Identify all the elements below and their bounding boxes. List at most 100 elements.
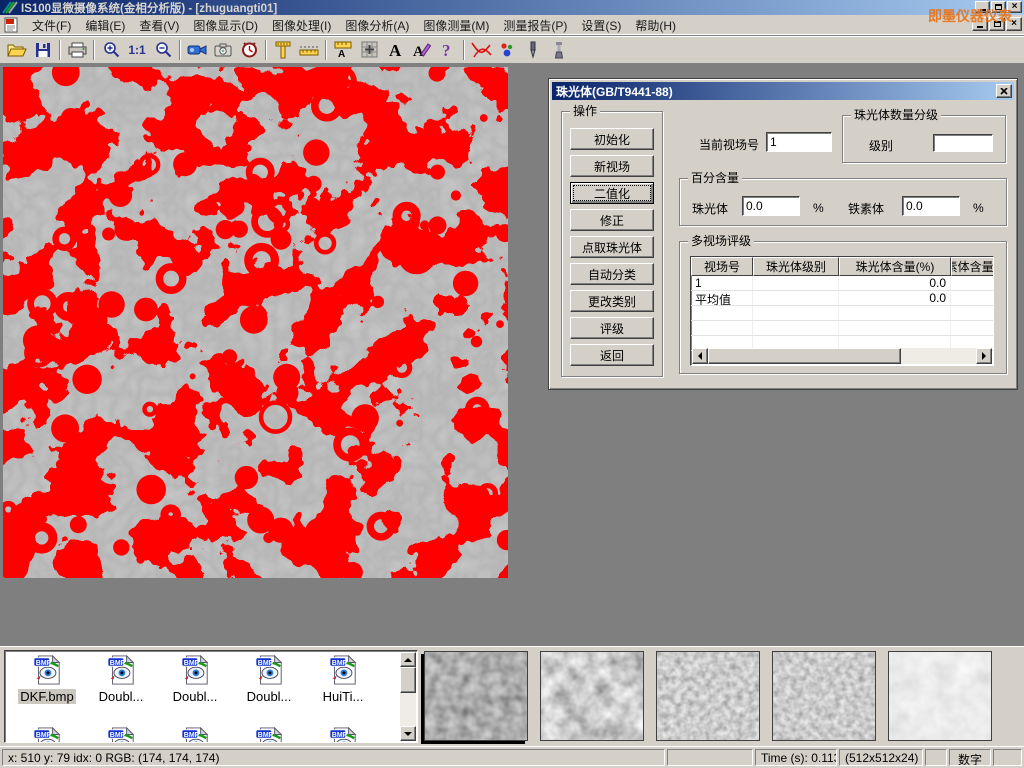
col-ferrite-content[interactable]: 铁素体含量(%) bbox=[951, 257, 994, 276]
app-icon bbox=[2, 1, 18, 14]
init-button[interactable]: 初始化 bbox=[570, 128, 654, 150]
caliper-button[interactable] bbox=[270, 38, 296, 62]
current-field-input[interactable] bbox=[766, 132, 832, 152]
cell-pearlite: 0.0 bbox=[839, 291, 951, 305]
toolbar-separator bbox=[325, 40, 327, 60]
curve-tool-button[interactable] bbox=[468, 38, 494, 62]
video-capture-button[interactable] bbox=[184, 38, 210, 62]
dialog-close-button[interactable] bbox=[996, 84, 1012, 98]
ferrite-percent-input[interactable] bbox=[902, 196, 960, 216]
menu-image-display[interactable]: 图像显示(D) bbox=[186, 15, 265, 36]
menu-view[interactable]: 查看(V) bbox=[132, 15, 186, 36]
scroll-down-button[interactable] bbox=[400, 726, 416, 741]
table-horizontal-scrollbar[interactable] bbox=[692, 348, 992, 364]
measure-label-button[interactable]: A bbox=[330, 38, 356, 62]
thumbnail-3[interactable] bbox=[656, 651, 760, 741]
open-button[interactable] bbox=[4, 38, 30, 62]
grade-button[interactable]: 评级 bbox=[570, 317, 654, 339]
file-item[interactable]: BMP DKF.bmp bbox=[11, 655, 83, 704]
table-row[interactable]: 1 0.0 bbox=[691, 276, 993, 291]
col-pearlite-grade[interactable]: 珠光体级别 bbox=[753, 257, 839, 276]
pearlite-percent-input[interactable] bbox=[742, 196, 800, 216]
scroll-left-button[interactable] bbox=[692, 348, 708, 364]
col-pearlite-content[interactable]: 珠光体含量(%) bbox=[839, 257, 951, 276]
new-field-button[interactable]: 新视场 bbox=[570, 155, 654, 177]
brush-tool-button[interactable] bbox=[546, 38, 572, 62]
binarize-button[interactable]: 二值化 bbox=[570, 182, 654, 204]
color-classify-button[interactable] bbox=[494, 38, 520, 62]
bmp-badge: BMP bbox=[36, 660, 52, 667]
zoom-in-button[interactable] bbox=[98, 38, 124, 62]
letter-a-icon: A bbox=[387, 41, 403, 58]
file-item[interactable]: BMP bbox=[307, 727, 379, 743]
file-item[interactable]: BMP bbox=[11, 727, 83, 743]
help-button[interactable]: ? bbox=[434, 38, 460, 62]
snapshot-button[interactable] bbox=[210, 38, 236, 62]
file-item[interactable]: BMP bbox=[159, 727, 231, 743]
application-window: IS100显微摄像系统(金相分析版) - [zhuguangti01] × 即墨… bbox=[0, 0, 1024, 768]
scrollbar-thumb[interactable] bbox=[708, 348, 901, 364]
bmp-file-icon: BMP bbox=[32, 727, 62, 743]
scrollbar-thumb[interactable] bbox=[400, 667, 416, 693]
thumbnail-1[interactable] bbox=[424, 651, 528, 741]
save-button[interactable] bbox=[30, 38, 56, 62]
camera-icon bbox=[214, 43, 232, 57]
bmp-file-icon: BMP bbox=[328, 655, 358, 685]
file-item[interactable]: BMP Doubl... bbox=[233, 655, 305, 704]
file-item[interactable]: BMP HuiTi... bbox=[307, 655, 379, 704]
ruler-button[interactable] bbox=[296, 38, 322, 62]
table-row[interactable]: 平均值 0.0 bbox=[691, 291, 993, 306]
text-button[interactable]: A bbox=[382, 38, 408, 62]
file-browser-scrollbar[interactable] bbox=[400, 652, 416, 741]
scroll-right-button[interactable] bbox=[976, 348, 992, 364]
file-item[interactable]: BMP bbox=[85, 727, 157, 743]
scroll-up-button[interactable] bbox=[400, 652, 416, 667]
auto-classify-button[interactable]: 自动分类 bbox=[570, 263, 654, 285]
file-item[interactable]: BMP Doubl... bbox=[159, 655, 231, 704]
menu-image-analysis[interactable]: 图像分析(A) bbox=[338, 15, 416, 36]
menu-edit[interactable]: 编辑(E) bbox=[78, 15, 132, 36]
menu-help[interactable]: 帮助(H) bbox=[628, 15, 683, 36]
scrollbar-track[interactable] bbox=[708, 348, 976, 364]
vendor-watermark: 即墨仪器仪表 bbox=[928, 6, 1012, 26]
file-item[interactable]: BMP bbox=[233, 727, 305, 743]
menu-file[interactable]: 文件(F) bbox=[25, 15, 78, 36]
menu-settings[interactable]: 设置(S) bbox=[574, 15, 628, 36]
menu-image-process[interactable]: 图像处理(I) bbox=[265, 15, 338, 36]
operations-group-label: 操作 bbox=[570, 104, 600, 118]
menu-image-measure[interactable]: 图像测量(M) bbox=[416, 15, 496, 36]
help-icon: ? bbox=[440, 41, 454, 58]
bmp-badge: BMP bbox=[36, 732, 52, 739]
thumbnail-2[interactable] bbox=[540, 651, 644, 741]
grid-button[interactable] bbox=[356, 38, 382, 62]
title-bar: IS100显微摄像系统(金相分析版) - [zhuguangti01] × bbox=[0, 0, 1024, 15]
actual-size-button[interactable]: 1:1 bbox=[124, 38, 150, 62]
ruler-text-icon: A bbox=[334, 41, 352, 58]
annotate-button[interactable]: A bbox=[408, 38, 434, 62]
change-class-button[interactable]: 更改类别 bbox=[570, 290, 654, 312]
thumbnail-5[interactable] bbox=[888, 651, 992, 741]
correct-button[interactable]: 修正 bbox=[570, 209, 654, 231]
print-button[interactable] bbox=[64, 38, 90, 62]
zoom-in-icon bbox=[103, 41, 120, 58]
pen-tool-button[interactable] bbox=[520, 38, 546, 62]
ruler-icon bbox=[299, 44, 319, 56]
color-dots-icon bbox=[498, 42, 516, 58]
multi-field-group-label: 多视场评级 bbox=[688, 234, 754, 248]
thumbnail-4[interactable] bbox=[772, 651, 876, 741]
toolbar-separator bbox=[463, 40, 465, 60]
zoom-out-button[interactable] bbox=[150, 38, 176, 62]
dialog-title-bar[interactable]: 珠光体(GB/T9441-88) bbox=[552, 82, 1014, 100]
pen-icon bbox=[527, 41, 539, 59]
menu-measure-report[interactable]: 测量报告(P) bbox=[496, 15, 574, 36]
timer-button[interactable] bbox=[236, 38, 262, 62]
col-field-no[interactable]: 视场号 bbox=[691, 257, 753, 276]
return-button[interactable]: 返回 bbox=[570, 344, 654, 366]
cell-grade bbox=[753, 291, 839, 305]
pick-pearlite-button[interactable]: 点取珠光体 bbox=[570, 236, 654, 258]
bmp-file-icon: BMP bbox=[32, 655, 62, 685]
image-canvas[interactable] bbox=[3, 67, 508, 578]
file-item[interactable]: BMP Doubl... bbox=[85, 655, 157, 704]
operations-group: 操作 初始化 新视场 二值化 修正 点取珠光体 自动分类 更改类别 评级 返回 bbox=[561, 111, 663, 377]
level-input[interactable] bbox=[933, 134, 993, 152]
